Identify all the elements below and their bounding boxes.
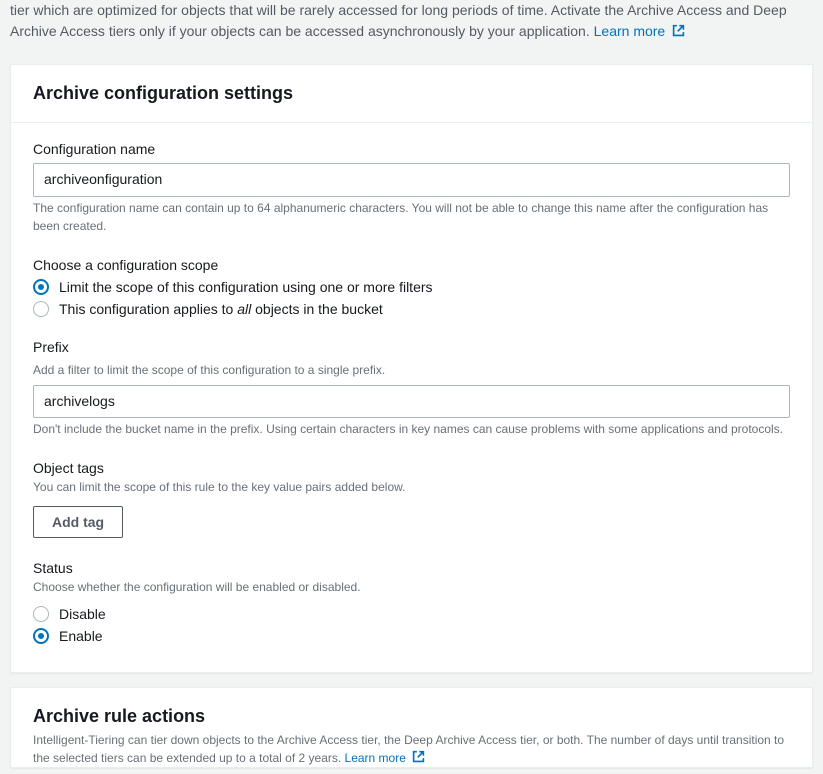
learn-more-label: Learn more bbox=[594, 23, 666, 39]
scope-radio-limit[interactable]: Limit the scope of this configuration us… bbox=[33, 279, 790, 295]
status-label: Status bbox=[33, 560, 790, 576]
tags-group: Object tags You can limit the scope of t… bbox=[33, 460, 790, 538]
status-enable-label: Enable bbox=[59, 628, 103, 644]
prefix-input[interactable] bbox=[33, 385, 790, 419]
archive-rule-actions-panel: Archive rule actions Intelligent-Tiering… bbox=[10, 687, 813, 768]
status-desc: Choose whether the configuration will be… bbox=[33, 578, 790, 596]
prefix-group: Prefix Add a filter to limit the scope o… bbox=[33, 339, 790, 439]
panel-header: Archive configuration settings bbox=[11, 65, 812, 123]
rule-actions-desc: Intelligent-Tiering can tier down object… bbox=[33, 731, 790, 767]
radio-icon bbox=[33, 628, 49, 644]
scope-all-label: This configuration applies to all object… bbox=[59, 301, 383, 317]
radio-icon bbox=[33, 279, 49, 295]
scope-limit-label: Limit the scope of this configuration us… bbox=[59, 279, 433, 295]
rule-actions-title: Archive rule actions bbox=[33, 706, 790, 727]
prefix-hint: Don't include the bucket name in the pre… bbox=[33, 420, 790, 438]
scope-group: Choose a configuration scope Limit the s… bbox=[33, 257, 790, 317]
intro-learn-more-link[interactable]: Learn more bbox=[594, 23, 685, 39]
panel-title: Archive configuration settings bbox=[33, 83, 790, 104]
radio-icon bbox=[33, 301, 49, 317]
external-link-icon bbox=[672, 22, 685, 35]
tags-desc: You can limit the scope of this rule to … bbox=[33, 478, 790, 496]
prefix-desc: Add a filter to limit the scope of this … bbox=[33, 361, 790, 379]
status-disable-label: Disable bbox=[59, 606, 106, 622]
scope-label: Choose a configuration scope bbox=[33, 257, 790, 273]
config-name-input[interactable] bbox=[33, 163, 790, 197]
scope-radio-all[interactable]: This configuration applies to all object… bbox=[33, 301, 790, 317]
prefix-label: Prefix bbox=[33, 339, 790, 355]
archive-config-panel: Archive configuration settings Configura… bbox=[10, 64, 813, 673]
external-link-icon bbox=[412, 750, 425, 763]
status-radio-enable[interactable]: Enable bbox=[33, 628, 790, 644]
status-group: Status Choose whether the configuration … bbox=[33, 560, 790, 644]
config-name-label: Configuration name bbox=[33, 141, 790, 157]
intro-text: tier which are optimized for objects tha… bbox=[0, 0, 823, 50]
add-tag-button[interactable]: Add tag bbox=[33, 506, 123, 538]
tags-label: Object tags bbox=[33, 460, 790, 476]
rule-actions-header: Archive rule actions Intelligent-Tiering… bbox=[11, 688, 812, 767]
rule-actions-learn-more-link[interactable]: Learn more bbox=[345, 751, 426, 765]
config-name-hint: The configuration name can contain up to… bbox=[33, 199, 790, 235]
panel-body: Configuration name The configuration nam… bbox=[11, 123, 812, 672]
radio-icon bbox=[33, 606, 49, 622]
config-name-group: Configuration name The configuration nam… bbox=[33, 141, 790, 235]
status-radio-disable[interactable]: Disable bbox=[33, 606, 790, 622]
